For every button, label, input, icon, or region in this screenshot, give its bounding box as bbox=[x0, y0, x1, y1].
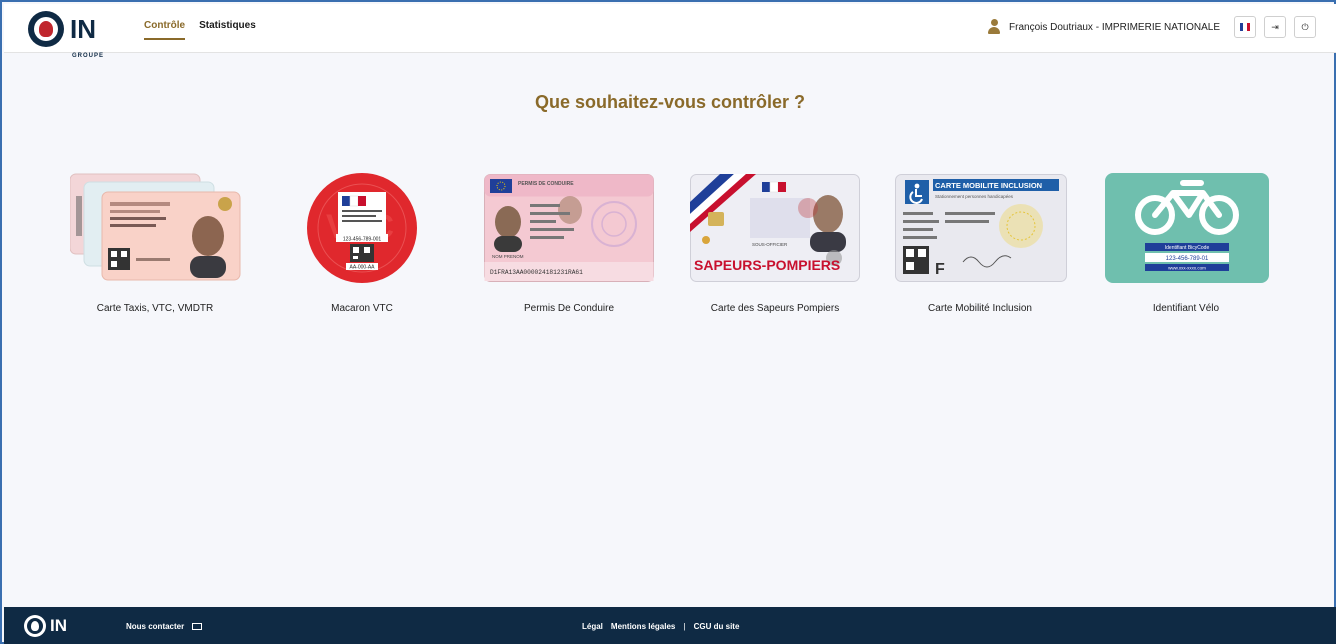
footer-logo-emblem-icon bbox=[24, 615, 46, 637]
card-label: Carte Mobilité Inclusion bbox=[928, 303, 1032, 314]
language-flag-button[interactable] bbox=[1234, 16, 1256, 38]
firefighter-rank: SOUS-OFFICIER bbox=[752, 242, 788, 247]
logout-button[interactable]: ⇥ bbox=[1264, 16, 1286, 38]
power-button[interactable]: ⏻ bbox=[1294, 16, 1316, 38]
cmi-letter: F bbox=[935, 261, 945, 278]
tab-statistiques[interactable]: Statistiques bbox=[199, 20, 256, 40]
user-name: François Doutriaux - IMPRIMERIE NATIONAL… bbox=[1009, 21, 1220, 33]
logo-subtitle: GROUPE bbox=[72, 53, 105, 59]
contact-link[interactable]: Nous contacter bbox=[126, 622, 203, 631]
card-label: Permis De Conduire bbox=[523, 303, 615, 314]
licence-mrz: D1FRA13AA000024181231RA61 bbox=[490, 269, 583, 276]
bike-code-number: 123-456-789-01 bbox=[1166, 256, 1209, 262]
driving-licence-image: PERMIS DE CONDUIRE NOM PRENOM D1FRA13AA0… bbox=[484, 174, 654, 282]
footer: IN Nous contacter Légal Mentions légales… bbox=[4, 607, 1336, 644]
link-cgu[interactable]: CGU du site bbox=[694, 622, 740, 631]
contact-label: Nous contacter bbox=[126, 622, 185, 631]
user-icon bbox=[987, 19, 1001, 35]
footer-logo[interactable]: IN bbox=[24, 615, 67, 637]
main-nav: Contrôle Statistiques bbox=[144, 20, 256, 40]
user-area: François Doutriaux - IMPRIMERIE NATIONAL… bbox=[987, 16, 1316, 38]
exit-icon: ⇥ bbox=[1271, 21, 1279, 32]
licence-holder: NOM PRENOM bbox=[492, 254, 524, 259]
logo-emblem-icon bbox=[28, 11, 64, 47]
bike-code-url: www.xxx-xxxx.com bbox=[1168, 266, 1206, 271]
macaron-plate: AA-000-AA bbox=[349, 265, 375, 271]
vtc-macaron-image: VTC 123-456-789-001 AA-000-AA bbox=[306, 172, 418, 284]
cmi-subtitle: Stationnement personnes handicapées bbox=[935, 194, 1014, 199]
footer-logo-text: IN bbox=[50, 616, 67, 635]
in-groupe-logo[interactable]: IN GROUPE bbox=[28, 11, 103, 59]
taxi-vtc-cards-image bbox=[69, 172, 242, 282]
flag-fr-icon bbox=[1240, 23, 1250, 31]
page-title: Que souhaitez-vous contrôler ? bbox=[534, 92, 806, 112]
bike-identifier-image: Identifiant BicyCode 123-456-789-01 www.… bbox=[1105, 173, 1269, 283]
power-icon: ⏻ bbox=[1301, 21, 1309, 32]
app-window: IN GROUPE Contrôle Statistiques François… bbox=[0, 0, 1336, 644]
mail-icon bbox=[192, 623, 203, 630]
top-header: IN GROUPE Contrôle Statistiques François… bbox=[4, 4, 1336, 59]
link-mentions-legales[interactable]: Mentions légales bbox=[611, 622, 675, 631]
footer-links: Légal Mentions légales | CGU du site bbox=[582, 622, 739, 631]
card-label: Carte des Sapeurs Pompiers bbox=[710, 303, 840, 314]
licence-title: PERMIS DE CONDUIRE bbox=[518, 181, 574, 187]
link-legal[interactable]: Légal bbox=[582, 622, 603, 631]
card-label: Carte Taxis, VTC, VMDTR bbox=[96, 303, 214, 314]
logo-text: IN GROUPE bbox=[70, 16, 103, 59]
cmi-title: CARTE MOBILITE INCLUSION bbox=[935, 181, 1042, 190]
card-label: Macaron VTC bbox=[331, 303, 393, 314]
tab-controle[interactable]: Contrôle bbox=[144, 20, 186, 40]
footer-separator: | bbox=[683, 622, 686, 631]
bike-code-title: Identifiant BicyCode bbox=[1165, 245, 1210, 251]
firefighters-card-image: SOUS-OFFICIER SAPEURS-POMPIERS bbox=[690, 174, 860, 282]
macaron-number: 123-456-789-001 bbox=[343, 237, 382, 243]
card-label: Identifiant Vélo bbox=[1152, 303, 1220, 314]
firefighter-title: SAPEURS-POMPIERS bbox=[694, 257, 840, 273]
mobility-inclusion-card-image: CARTE MOBILITE INCLUSION Stationnement p… bbox=[895, 174, 1067, 282]
